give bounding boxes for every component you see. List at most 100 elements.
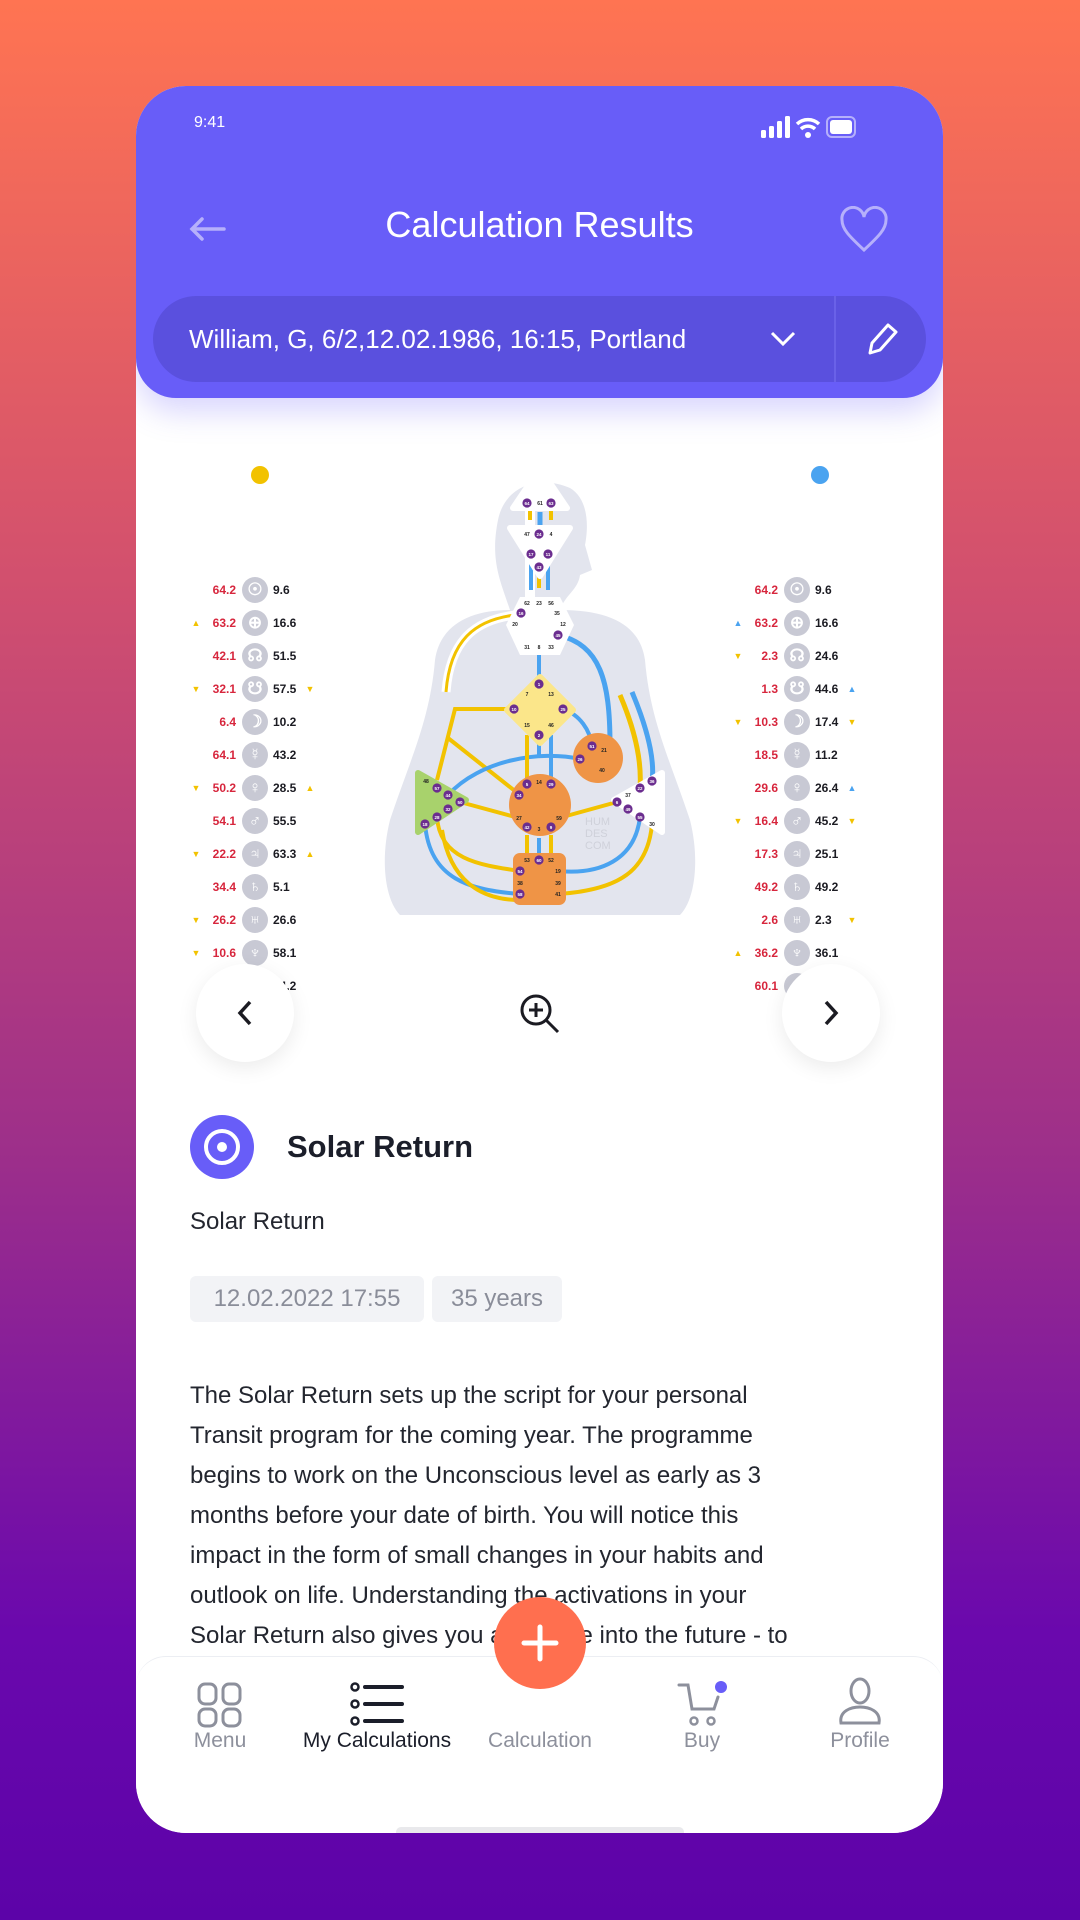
arrow-icon: ▼	[305, 683, 315, 694]
planet-icon: ♅	[784, 906, 810, 933]
nav-label: Calculation	[488, 1729, 592, 1752]
date-chip: 12.02.2022 17:55	[190, 1276, 424, 1322]
gate-label: 20	[512, 622, 518, 628]
planet-icon: ♂	[784, 807, 810, 834]
personality-value: 64.2	[212, 582, 236, 597]
planet-row: 64.1 ☿ 43.2	[190, 738, 316, 771]
gate-label: 35	[554, 611, 560, 617]
planet-row: 6.4 ☽ 10.2	[190, 705, 316, 738]
personality-value: 29.6	[754, 780, 778, 795]
planet-row: 34.4 ♄ 5.1	[190, 870, 316, 903]
design-value: 63.3	[273, 846, 297, 861]
design-value: 26.6	[273, 912, 297, 927]
description-line: impact in the form of small changes in y…	[190, 1542, 764, 1569]
list-icon	[350, 1682, 404, 1726]
planet-row: 42.1 ☊ 51.5	[190, 639, 316, 672]
personality-value: 42.1	[212, 648, 236, 663]
planet-row: ▼ 50.2 ♀ 28.5 ▲	[190, 771, 316, 804]
gate-label: 24	[536, 532, 542, 537]
gate-label: 18	[422, 822, 428, 827]
planet-icon: ☽	[784, 708, 810, 735]
nav-profile[interactable]: Profile	[780, 1657, 940, 1752]
gate-label: 32	[445, 807, 451, 812]
personality-value: 10.6	[212, 945, 236, 960]
next-chart-button[interactable]	[782, 964, 880, 1062]
gate-label: 50	[457, 800, 463, 805]
planet-icon: ♂	[242, 807, 268, 834]
gate-label: 34	[516, 793, 522, 798]
section-title: Solar Return	[287, 1129, 474, 1164]
gate-label: 63	[548, 501, 554, 506]
planet-icon: ♆	[784, 939, 810, 966]
arrow-icon: ▼	[733, 650, 743, 661]
planet-row: ▼ 32.1 ☋ 57.5 ▼	[190, 672, 316, 705]
planet-row: ▼ 10.3 ☽ 17.4 ▼	[732, 705, 858, 738]
design-value: 16.6	[815, 615, 839, 630]
zoom-in-icon[interactable]	[518, 992, 562, 1036]
section-subtitle: Solar Return	[190, 1208, 325, 1235]
gate-label: 49	[625, 807, 631, 812]
design-value: 24.6	[815, 648, 839, 663]
design-value: 25.1	[815, 846, 839, 861]
planet-icon: ♀	[242, 774, 268, 801]
bodygraph[interactable]: HUMDESCOM64 61 6347 24 417 114362 23 5616 3520 12…	[380, 460, 700, 920]
personality-value: 2.6	[761, 912, 778, 927]
design-value: 44.6	[815, 681, 839, 696]
gate-label: 8	[538, 645, 541, 651]
planet-row: 2.6 ♅ 2.3 ▼	[732, 903, 858, 936]
design-value: 43.2	[273, 747, 297, 762]
planet-row: ▼ 2.3 ☊ 24.6	[732, 639, 858, 672]
gate-label: 25	[560, 707, 566, 712]
gate-label: 17	[528, 552, 534, 557]
personality-value: 16.4	[754, 813, 778, 828]
design-value: 9.6	[815, 582, 832, 597]
planet-row: 64.2 ☉ 9.6	[732, 573, 858, 606]
personality-value: 50.2	[212, 780, 236, 795]
gate-label: 19	[555, 869, 561, 875]
gate-label: 37	[625, 793, 631, 799]
gate-label: 59	[556, 816, 562, 822]
planet-row: 49.2 ♄ 49.2	[732, 870, 858, 903]
user-icon	[839, 1677, 881, 1725]
planet-icon: ♄	[242, 873, 268, 900]
personality-value: 64.2	[754, 582, 778, 597]
personality-value: 18.5	[754, 747, 778, 762]
phone-screen: 9:41 Calculation Results William, G, 6/2…	[136, 86, 943, 1833]
gate-label: 27	[516, 816, 522, 822]
planet-icon: ☿	[242, 741, 268, 768]
bottom-nav: Menu My Calculations Calculation Buy Pro…	[136, 1597, 943, 1833]
personality-value: 63.2	[212, 615, 236, 630]
arrow-icon: ▼	[847, 716, 857, 727]
arrow-icon: ▲	[847, 683, 857, 694]
gate-label: 61	[537, 501, 543, 507]
gate-label: 36	[649, 779, 655, 784]
gate-label: 64	[524, 501, 530, 506]
nav-label: Profile	[830, 1729, 890, 1752]
planet-row: 54.1 ♂ 55.5	[190, 804, 316, 837]
gate-label: 22	[637, 786, 643, 791]
design-value: 2.3	[815, 912, 832, 927]
gate-label: 4	[550, 532, 553, 538]
add-calculation-button[interactable]	[494, 1597, 586, 1689]
nav-label: My Calculations	[302, 1729, 452, 1752]
prev-chart-button[interactable]	[196, 964, 294, 1062]
chevron-left-icon	[237, 1000, 252, 1026]
nav-label: Menu	[193, 1729, 247, 1752]
arrow-icon: ▼	[191, 848, 201, 859]
nav-menu[interactable]: Menu	[140, 1657, 300, 1752]
description-line: The Solar Return sets up the script for …	[190, 1382, 748, 1409]
arrow-icon: ▲	[847, 782, 857, 793]
gate-label: 26	[577, 757, 583, 762]
arrow-icon: ▼	[191, 947, 201, 958]
nav-buy[interactable]: Buy	[622, 1657, 782, 1752]
nav-my-calculations[interactable]: My Calculations	[297, 1657, 457, 1752]
planet-icon: ☿	[784, 741, 810, 768]
gate-label: 60	[536, 858, 542, 863]
planet-icon: ♃	[784, 840, 810, 867]
description-line: begins to work on the Unconscious level …	[190, 1462, 761, 1489]
arrow-icon: ▲	[305, 848, 315, 859]
design-value: 11.2	[815, 747, 838, 762]
gate-label: 52	[548, 858, 554, 864]
planet-row: 29.6 ♀ 26.4 ▲	[732, 771, 858, 804]
planet-icon: ♀	[784, 774, 810, 801]
